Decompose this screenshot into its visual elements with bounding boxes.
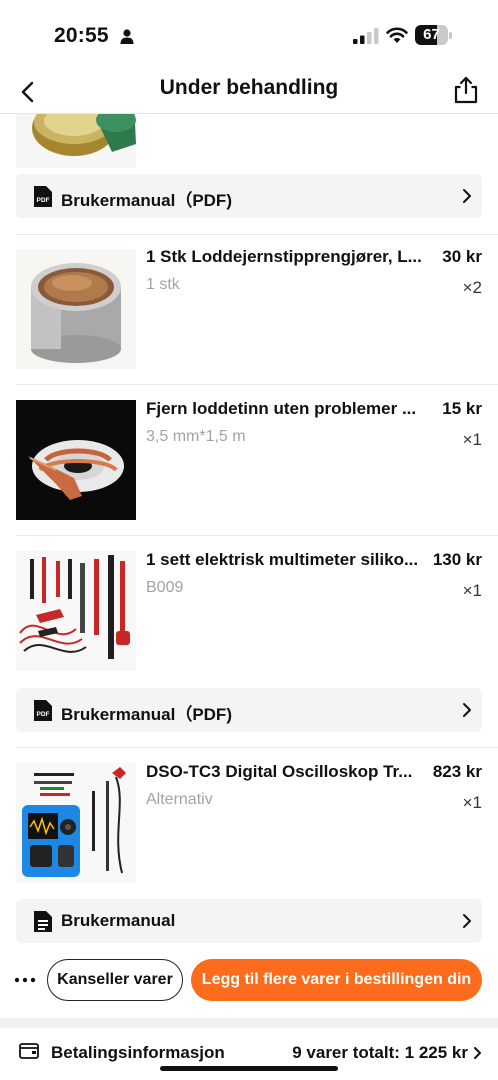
item-variant: Alternativ bbox=[146, 791, 213, 808]
divider bbox=[16, 535, 498, 536]
item-quantity: ×1 bbox=[462, 430, 482, 449]
chevron-right-icon bbox=[474, 1047, 481, 1059]
signal-icon bbox=[353, 28, 379, 44]
item-quantity: ×1 bbox=[462, 581, 482, 600]
wifi-icon bbox=[386, 27, 408, 43]
product-image-desoldering-wick[interactable] bbox=[16, 400, 136, 520]
user-manual-label: Brukermanual（PDF) bbox=[61, 191, 232, 210]
user-manual-label: Brukermanual bbox=[61, 911, 176, 930]
item-title[interactable]: Fjern loddetinn uten problemer ... bbox=[146, 399, 424, 419]
divider bbox=[16, 234, 498, 235]
item-quantity: ×2 bbox=[462, 278, 482, 297]
svg-text:PDF: PDF bbox=[37, 711, 50, 718]
item-price: 130 kr bbox=[432, 550, 482, 569]
product-image-tip-tinner[interactable] bbox=[16, 114, 136, 168]
wallet-icon bbox=[19, 1043, 39, 1059]
user-manual-row[interactable]: Brukermanual bbox=[16, 899, 482, 943]
item-quantity: ×1 bbox=[462, 793, 482, 812]
item-price: 30 kr bbox=[442, 247, 482, 266]
item-variant: 1 stk bbox=[146, 276, 180, 293]
item-variant: B009 bbox=[146, 579, 184, 596]
chevron-right-icon bbox=[463, 189, 471, 203]
payment-info-row[interactable]: Betalingsinformasjon 9 varer totalt: 1 2… bbox=[0, 1028, 498, 1080]
user-manual-label: Brukermanual（PDF) bbox=[61, 705, 232, 724]
chevron-right-icon bbox=[463, 914, 471, 928]
page-title: Under behandling bbox=[159, 76, 339, 99]
payment-total: 9 varer totalt: 1 225 kr bbox=[292, 1043, 468, 1062]
svg-text:PDF: PDF bbox=[37, 197, 50, 204]
product-image-oscilloscope[interactable] bbox=[16, 763, 136, 883]
person-icon bbox=[120, 29, 134, 44]
user-manual-row[interactable]: PDF Brukermanual（PDF) bbox=[16, 174, 482, 218]
item-title[interactable]: 1 sett elektrisk multimeter siliko... bbox=[146, 550, 424, 570]
product-image-multimeter-leads[interactable] bbox=[16, 551, 136, 671]
item-price: 823 kr bbox=[432, 762, 482, 781]
product-image-tip-cleaner[interactable] bbox=[16, 249, 136, 369]
item-price: 15 kr bbox=[442, 399, 482, 418]
share-button[interactable] bbox=[452, 75, 480, 105]
navigation-bar: Under behandling bbox=[0, 70, 498, 114]
divider bbox=[16, 384, 498, 385]
item-variant: 3,5 mm*1,5 m bbox=[146, 428, 246, 445]
item-title[interactable]: DSO-TC3 Digital Oscilloskop Tr... bbox=[146, 762, 424, 782]
home-indicator[interactable] bbox=[160, 1066, 338, 1071]
divider bbox=[16, 747, 498, 748]
document-icon bbox=[34, 911, 52, 932]
battery-percentage: 67 bbox=[423, 26, 440, 43]
add-more-items-button[interactable]: Legg til flere varer i bestillingen din bbox=[191, 959, 482, 1001]
status-time: 20:55 bbox=[54, 24, 109, 47]
status-bar: 20:55 67 bbox=[0, 0, 498, 70]
battery-icon: 67 bbox=[415, 25, 452, 45]
chevron-right-icon bbox=[463, 703, 471, 717]
pdf-file-icon: PDF bbox=[34, 186, 52, 207]
user-manual-row[interactable]: PDF Brukermanual（PDF) bbox=[16, 688, 482, 732]
item-title[interactable]: 1 Stk Loddejernstipprengjører, L... bbox=[146, 247, 424, 267]
order-content[interactable]: PDF Brukermanual（PDF) 1 Stk Loddejernsti… bbox=[0, 114, 498, 1080]
section-separator bbox=[0, 1018, 498, 1028]
more-options-icon[interactable] bbox=[13, 970, 37, 990]
pdf-file-icon: PDF bbox=[34, 700, 52, 721]
payment-info-label: Betalingsinformasjon bbox=[51, 1043, 225, 1062]
cancel-items-button[interactable]: Kanseller varer bbox=[47, 959, 183, 1001]
